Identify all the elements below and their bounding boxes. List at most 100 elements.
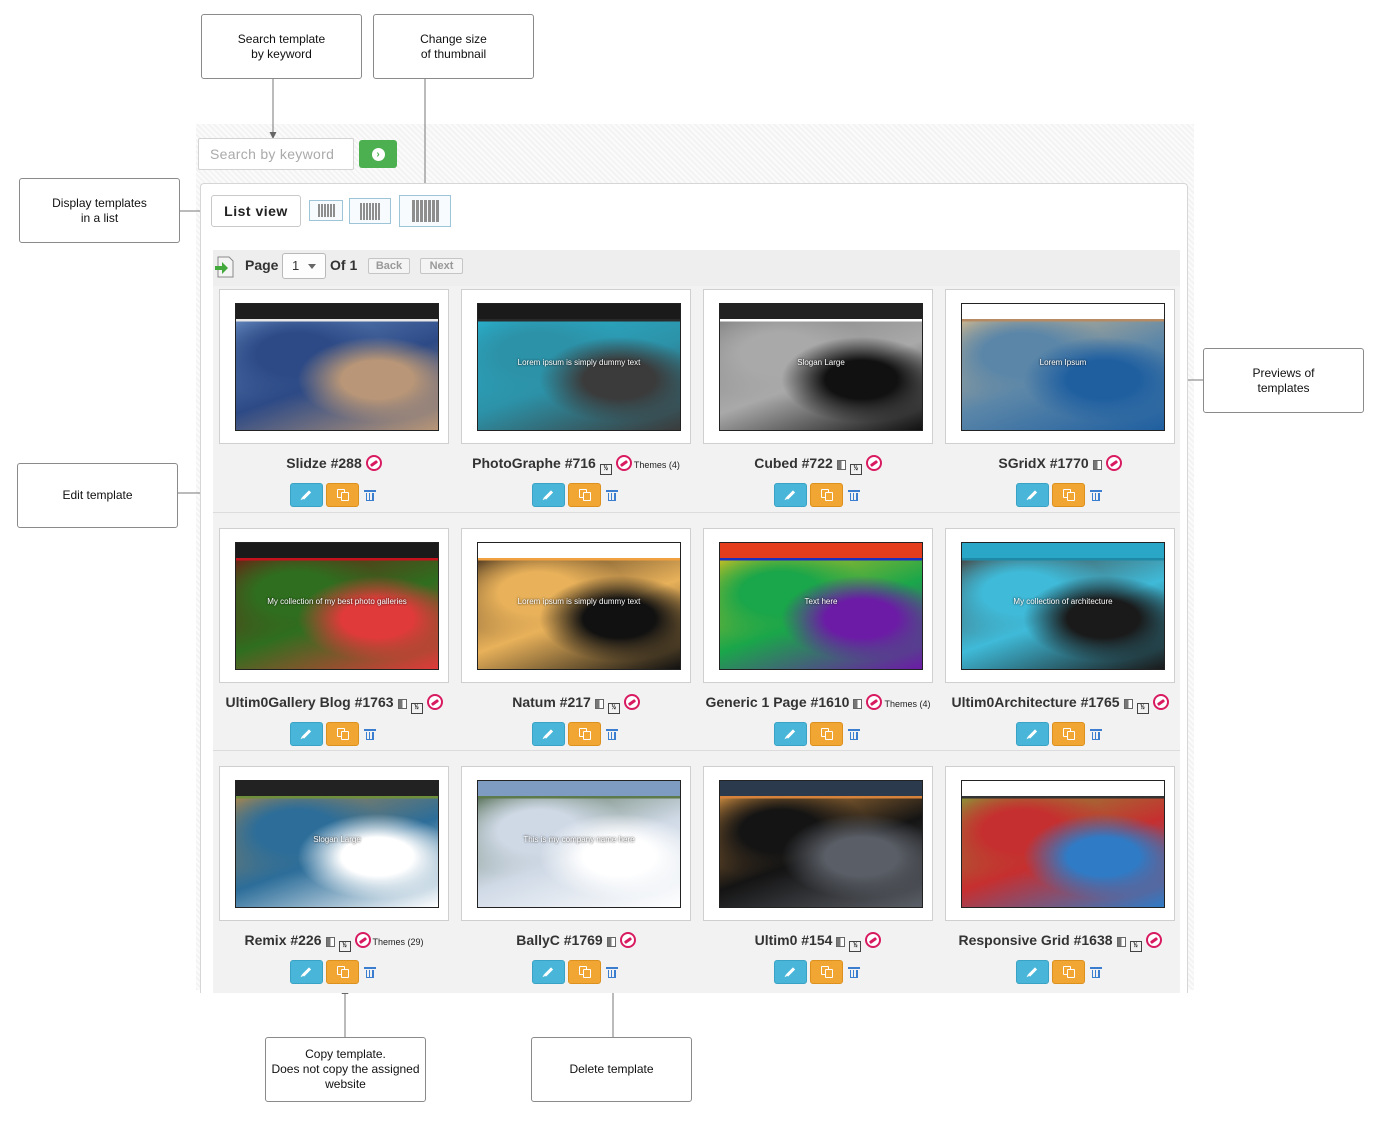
theme-badge-icon	[619, 932, 636, 948]
copy-template-button[interactable]	[568, 483, 601, 507]
copy-template-button[interactable]	[1052, 483, 1085, 507]
template-preview-image	[719, 780, 923, 908]
delete-template-button[interactable]	[363, 483, 377, 507]
next-button[interactable]: Next	[420, 258, 463, 274]
template-preview-card[interactable]: Slogan Large	[703, 289, 933, 444]
delete-template-button[interactable]	[1089, 483, 1103, 507]
copy-template-button[interactable]	[568, 960, 601, 984]
template-preview-caption: Text here	[804, 597, 838, 606]
edit-template-button[interactable]	[532, 483, 565, 507]
template-title: Ultim0 #154 ½	[697, 932, 939, 952]
page-label: Page	[245, 257, 279, 273]
edit-template-button[interactable]	[774, 483, 807, 507]
themes-count[interactable]: Themes (4)	[884, 699, 930, 709]
trash-icon	[364, 489, 376, 501]
edit-template-button[interactable]	[290, 960, 323, 984]
delete-template-button[interactable]	[1089, 722, 1103, 746]
template-preview-image	[961, 780, 1165, 908]
row-divider	[213, 512, 1180, 513]
edit-template-button[interactable]	[1016, 960, 1049, 984]
delete-template-button[interactable]	[605, 483, 619, 507]
theme-badge-icon	[865, 455, 882, 471]
delete-template-button[interactable]	[1089, 960, 1103, 984]
callout-delete: Delete template	[531, 1037, 692, 1102]
template-title: Ultim0Gallery Blog #1763 ½	[213, 694, 455, 714]
delete-template-button[interactable]	[847, 960, 861, 984]
edit-template-button[interactable]	[532, 722, 565, 746]
edit-template-button[interactable]	[532, 960, 565, 984]
delete-template-button[interactable]	[363, 960, 377, 984]
pencil-icon	[301, 490, 312, 500]
copy-template-button[interactable]	[326, 960, 359, 984]
copy-template-button[interactable]	[326, 722, 359, 746]
template-preview-caption: Slogan Large	[797, 358, 845, 367]
layout-icon	[836, 937, 846, 947]
template-preview-caption: Lorem ipsum is simply dummy text	[517, 597, 641, 606]
edit-template-button[interactable]	[774, 960, 807, 984]
copy-template-button[interactable]	[568, 722, 601, 746]
copy-template-button[interactable]	[810, 483, 843, 507]
back-button[interactable]: Back	[368, 258, 410, 274]
layout-icon	[606, 937, 616, 947]
thumbnail-size-medium-button[interactable]	[349, 198, 391, 224]
copy-icon	[578, 966, 591, 978]
template-preview-card[interactable]	[219, 289, 449, 444]
page-select[interactable]: 1	[282, 253, 326, 279]
themes-count[interactable]: Themes (29)	[373, 937, 424, 947]
callout-list-view: Display templates in a list	[19, 178, 180, 243]
template-preview-card[interactable]	[703, 766, 933, 921]
template-preview-card[interactable]	[945, 766, 1175, 921]
template-preview-card[interactable]: Text here	[703, 528, 933, 683]
copy-icon	[578, 728, 591, 740]
search-input[interactable]	[198, 138, 354, 170]
list-view-button[interactable]: List view	[211, 195, 301, 227]
edit-template-button[interactable]	[290, 483, 323, 507]
delete-template-button[interactable]	[363, 722, 377, 746]
copy-template-button[interactable]	[810, 960, 843, 984]
delete-template-button[interactable]	[847, 722, 861, 746]
callout-edit: Edit template	[17, 463, 178, 528]
layout-icon	[594, 699, 604, 709]
template-preview-card[interactable]: Lorem ipsum is simply dummy text	[461, 528, 691, 683]
template-title: Natum #217 ½	[455, 694, 697, 714]
copy-template-button[interactable]	[1052, 960, 1085, 984]
template-preview-card[interactable]: Slogan Large	[219, 766, 449, 921]
template-title: Generic 1 Page #1610 Themes (4)	[697, 694, 939, 710]
layout-icon	[325, 937, 335, 947]
delete-template-button[interactable]	[605, 960, 619, 984]
template-preview-card[interactable]: My collection of architecture	[945, 528, 1175, 683]
template-preview-caption: This is my company name here	[523, 835, 635, 844]
template-title: PhotoGraphe #716 ½ Themes (4)	[455, 455, 697, 475]
copy-template-button[interactable]	[810, 722, 843, 746]
edit-template-button[interactable]	[774, 722, 807, 746]
template-preview-image: My collection of my best photo galleries	[235, 542, 439, 670]
delete-template-button[interactable]	[605, 722, 619, 746]
pencil-icon	[785, 490, 796, 500]
trash-icon	[1090, 728, 1102, 740]
theme-badge-icon	[1105, 455, 1122, 471]
template-preview-card[interactable]: Lorem ipsum is simply dummy text	[461, 289, 691, 444]
template-preview-card[interactable]: Lorem Ipsum	[945, 289, 1175, 444]
delete-template-button[interactable]	[847, 483, 861, 507]
thumbnail-size-small-button[interactable]	[309, 200, 343, 221]
copy-template-button[interactable]	[1052, 722, 1085, 746]
search-go-button[interactable]: ›	[359, 140, 397, 168]
template-preview-card[interactable]: This is my company name here	[461, 766, 691, 921]
thumbnail-small-icon	[317, 204, 335, 217]
theme-badge-icon	[426, 694, 443, 710]
copy-template-button[interactable]	[326, 483, 359, 507]
edit-template-button[interactable]	[290, 722, 323, 746]
edit-template-button[interactable]	[1016, 483, 1049, 507]
page-count-label: Of 1	[330, 257, 358, 273]
thumbnail-size-large-button[interactable]	[399, 195, 451, 227]
template-title: Slidze #288	[213, 455, 455, 471]
pencil-icon	[785, 729, 796, 739]
template-name: Ultim0Gallery Blog #1763	[225, 694, 394, 710]
template-preview-card[interactable]: My collection of my best photo galleries	[219, 528, 449, 683]
edit-template-button[interactable]	[1016, 722, 1049, 746]
layout-icon	[1123, 699, 1133, 709]
pencil-icon	[543, 967, 554, 977]
themes-count[interactable]: Themes (4)	[634, 460, 680, 470]
layout-icon	[853, 699, 863, 709]
template-preview-image: My collection of architecture	[961, 542, 1165, 670]
